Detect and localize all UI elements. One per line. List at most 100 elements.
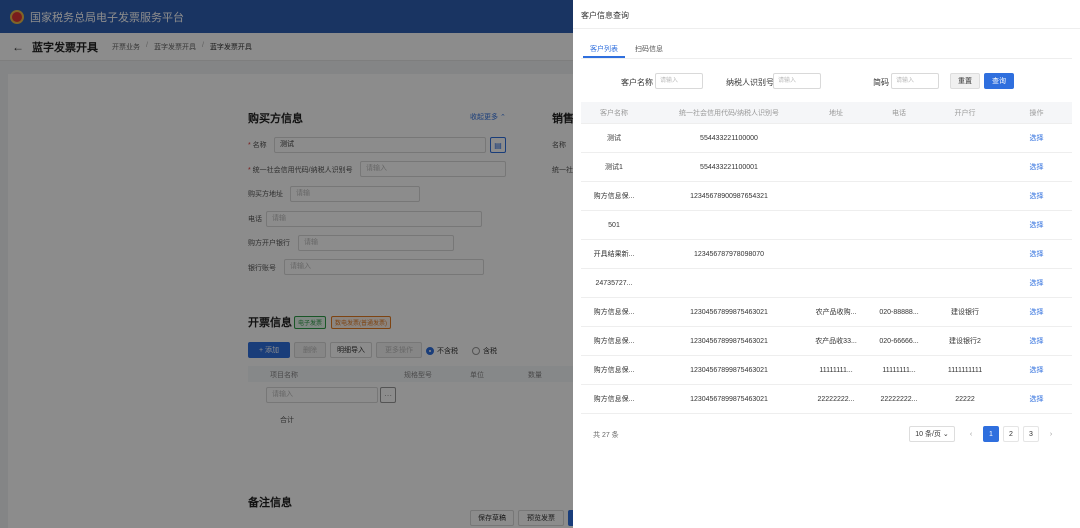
cell-address (803, 269, 869, 297)
drawer-title: 客户信息查询 (581, 11, 629, 20)
cell-address (803, 182, 869, 210)
cell-customer-name: 测试 (607, 135, 621, 142)
select-link[interactable]: 选择 (1001, 211, 1072, 239)
customer-name-input[interactable]: 请输入 (655, 73, 703, 89)
tax-id-input[interactable]: 请输入 (773, 73, 821, 89)
cell-bank (929, 153, 1001, 181)
cell-tax-id: 554433221100000 (700, 134, 758, 142)
page-2[interactable]: 2 (1003, 426, 1019, 442)
cell-address: 农产品收购... (815, 309, 857, 316)
table-row: 501 选择 (581, 211, 1072, 240)
select-link[interactable]: 选择 (1001, 124, 1072, 152)
cell-customer-name: 24735727... (595, 279, 633, 287)
cell-customer-name: 测试1 (605, 164, 623, 171)
short-code-label: 简码 (873, 78, 889, 87)
select-link[interactable]: 选择 (1001, 298, 1072, 326)
cell-bank: 建设银行 (951, 309, 979, 316)
divider (573, 28, 1080, 29)
customer-query-drawer: 客户信息查询 客户列表 扫码信息 客户名称 请输入 纳税人识别号 请输入 简码 … (573, 0, 1080, 528)
tax-id-label: 纳税人识别号 (726, 78, 774, 87)
cell-phone: 11111111... (882, 366, 916, 374)
table-row: 购方信息保... 1230456789987546302​1 农产品收33... 02… (581, 327, 1072, 356)
page-3[interactable]: 3 (1023, 426, 1039, 442)
page-size-value: 10 条/页 (915, 431, 941, 438)
cell-tax-id (647, 211, 811, 239)
chevron-down-icon: ⌄ (942, 431, 949, 438)
cell-address (803, 240, 869, 268)
cell-customer-name: 购方信息保... (593, 309, 635, 316)
cell-phone: 020-88888... (879, 308, 919, 316)
cell-address (803, 211, 869, 239)
select-link[interactable]: 选择 (1001, 182, 1072, 210)
table-row: 24735727... 选择 (581, 269, 1072, 298)
cell-address (803, 124, 869, 152)
cell-phone: 020-66666... (879, 337, 919, 345)
cell-customer-name: 501 (608, 221, 620, 229)
cell-phone: 22222222... (880, 395, 918, 403)
select-link[interactable]: 选择 (1001, 240, 1072, 268)
total-count: 共 27 条 (593, 432, 619, 439)
cell-bank (929, 124, 1001, 152)
page-size-select[interactable]: 10 条/页 ⌄ (909, 426, 955, 442)
cell-tax-id: 1234567890098765432​1 (690, 192, 768, 200)
cell-bank: 建设银行2 (949, 338, 981, 345)
table-row: 购方信息保... 1230456789987546302​1 22222222...… (581, 385, 1072, 414)
cell-phone (869, 182, 929, 210)
cell-tax-id: 1230456789987546302​1 (690, 308, 768, 316)
cell-tax-id: 1230456789987546302​1 (690, 366, 768, 374)
cell-phone (869, 240, 929, 268)
table-row: 购方信息保... 1230456789987546302​1 农产品收购... 020… (581, 298, 1072, 327)
query-button[interactable]: 查询 (984, 73, 1014, 89)
table-row: 测试1 554433221100001 选择 (581, 153, 1072, 182)
cell-phone (869, 124, 929, 152)
table-row: 购方信息保... 1234567890098765432​1 选择 (581, 182, 1072, 211)
prev-page-icon[interactable]: ‹ (963, 426, 979, 442)
header-tax-id: 统一社会信用代码/纳税人识别号 (679, 109, 779, 117)
header-phone: 电话 (892, 109, 906, 117)
cell-address: 22222222... (817, 395, 855, 403)
header-customer-name: 客户名称 (600, 109, 628, 117)
header-action: 操作 (1029, 109, 1044, 117)
cell-bank: 1111111111 (947, 366, 983, 374)
select-link[interactable]: 选择 (1001, 356, 1072, 384)
cell-customer-name: 购方信息保... (593, 193, 635, 200)
cell-customer-name: 购方信息保... (593, 367, 635, 374)
table-header-row: 客户名称 统一社会信用代码/纳税人识别号 地址 电话 开户行 操作 (581, 102, 1072, 124)
cell-bank (929, 182, 1001, 210)
cell-tax-id: 1230456789987546302​1 (690, 395, 768, 403)
cell-tax-id: 1230456789987546302​1 (690, 337, 768, 345)
cell-address: 农产品收33... (815, 338, 857, 345)
cell-customer-name: 购方信息保... (593, 338, 635, 345)
tab-scan-info[interactable]: 扫码信息 (635, 44, 663, 54)
cell-bank (929, 240, 1001, 268)
cell-bank: 22222 (955, 395, 975, 403)
select-link[interactable]: 选择 (1001, 153, 1072, 181)
cell-customer-name: 购方信息保... (593, 396, 635, 403)
customer-table: 客户名称 统一社会信用代码/纳税人识别号 地址 电话 开户行 操作 测试 5544… (581, 102, 1072, 414)
reset-button[interactable]: 重置 (950, 73, 980, 89)
cell-bank (929, 211, 1001, 239)
cell-tax-id: 554433221100001 (700, 163, 758, 171)
cell-address: 11111111... (819, 366, 853, 374)
short-code-input[interactable]: 请输入 (891, 73, 939, 89)
tab-customer-list[interactable]: 客户列表 (590, 44, 618, 54)
page-1[interactable]: 1 (983, 426, 999, 442)
next-page-icon[interactable]: › (1043, 426, 1059, 442)
cell-tax-id (647, 269, 811, 297)
cell-phone (869, 153, 929, 181)
header-address: 地址 (829, 109, 843, 117)
cell-tax-id: 123456787978098070 (693, 250, 765, 258)
cell-phone (869, 269, 929, 297)
cell-address (803, 153, 869, 181)
cell-customer-name: 开具结果新... (593, 251, 635, 258)
table-row: 测试 554433221100000 选择 (581, 124, 1072, 153)
table-row: 开具结果新... 123456787978098070 选择 (581, 240, 1072, 269)
table-row: 购方信息保... 1230456789987546302​1 11111111...… (581, 356, 1072, 385)
select-link[interactable]: 选择 (1001, 327, 1072, 355)
select-link[interactable]: 选择 (1001, 269, 1072, 297)
divider (581, 58, 1072, 59)
select-link[interactable]: 选择 (1001, 385, 1072, 413)
customer-name-label: 客户名称 (621, 78, 653, 87)
cell-bank (929, 269, 1001, 297)
header-bank: 开户行 (954, 109, 976, 117)
